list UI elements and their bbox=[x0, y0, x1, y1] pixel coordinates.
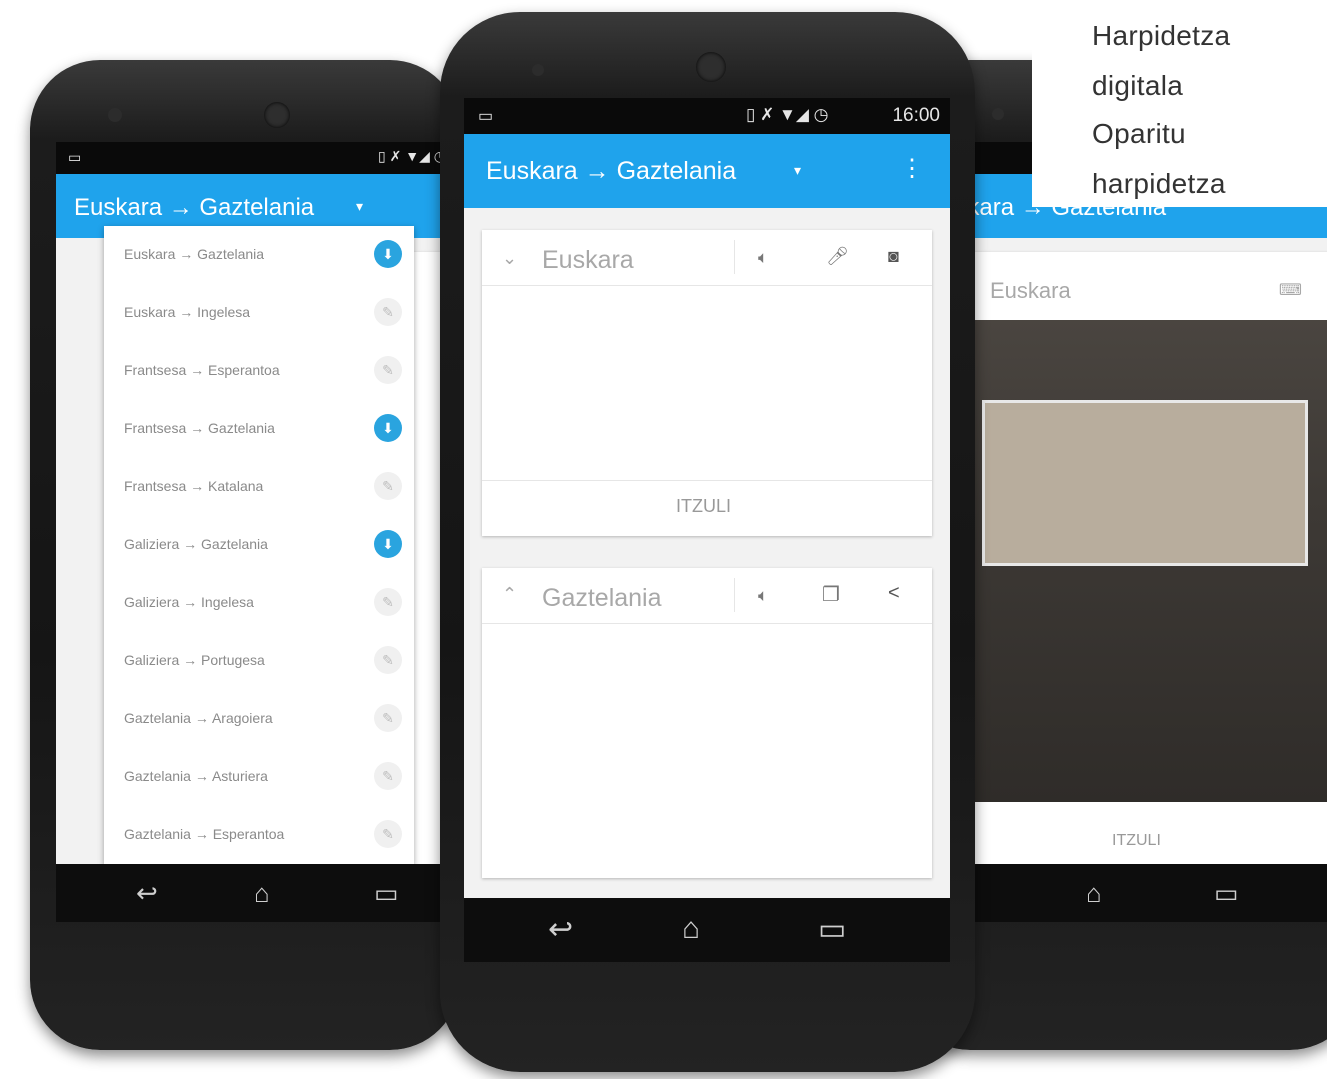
status-icons: ▯ ✗ ▼◢ ◷ bbox=[378, 148, 446, 164]
dropdown-item[interactable]: Galiziera → Portugesa ✎ bbox=[104, 632, 414, 690]
translation-output bbox=[482, 624, 932, 874]
chevron-up-icon[interactable]: ⌃ bbox=[502, 584, 517, 605]
app-title[interactable]: Euskara → Gaztelania bbox=[74, 194, 314, 222]
footer-divider bbox=[482, 480, 932, 481]
status-bar: ▭ ▯ ✗ ▼◢ ◷ 16:00 bbox=[464, 98, 950, 134]
dropdown-item-label: Galiziera → Gaztelania bbox=[124, 536, 268, 552]
left-phone: ▭ ▯ ✗ ▼◢ ◷ Euskara → Gaztelania ▾ Euskar… bbox=[30, 60, 466, 1050]
dropdown-item-label: Gaztelania → Esperantoa bbox=[124, 826, 285, 842]
pin-icon[interactable]: ✎ bbox=[374, 646, 402, 674]
source-lang-label[interactable]: Euskara bbox=[542, 246, 634, 275]
share-icon[interactable]: < bbox=[888, 582, 900, 605]
nav-bar: ↩ ⌂ ▭ bbox=[56, 864, 466, 922]
dropdown-item[interactable]: Frantsesa → Katalana ✎ bbox=[104, 458, 414, 516]
pin-icon[interactable]: ✎ bbox=[374, 298, 402, 326]
vertical-divider bbox=[734, 240, 735, 274]
dropdown-item[interactable]: Gaztelania → Aragoiera ✎ bbox=[104, 690, 414, 748]
earpiece bbox=[992, 108, 1004, 120]
dropdown-item[interactable]: Euskara → Ingelesa ✎ bbox=[104, 284, 414, 342]
keyboard-icon[interactable]: ⌨ bbox=[1279, 280, 1302, 300]
app-title[interactable]: Euskara → Gaztelania bbox=[486, 157, 736, 186]
app-bar: Euskara → Gaztelania ▾ ⋮ bbox=[464, 134, 950, 208]
dropdown-item[interactable]: Euskara → Gaztelania ⬇ bbox=[104, 226, 414, 284]
source-lang-label[interactable]: Euskara bbox=[990, 278, 1071, 304]
mic-icon[interactable]: 🎤︎ bbox=[826, 246, 849, 267]
dropdown-item[interactable]: Gaztelania → Esperantoa ✎ bbox=[104, 806, 414, 864]
status-bar: ▭ ▯ ✗ ▼◢ ◷ bbox=[56, 142, 466, 174]
source-text-input[interactable] bbox=[482, 286, 932, 480]
nav-bar: ↩ ⌂ ▭ bbox=[952, 864, 1327, 922]
chevron-down-icon[interactable]: ⌄ bbox=[502, 248, 517, 269]
earpiece bbox=[532, 64, 544, 76]
target-card: ⌃ Gaztelania 🔈︎ ❐ < bbox=[482, 568, 932, 878]
dropdown-item[interactable]: Frantsesa → Gaztelania ⬇ bbox=[104, 400, 414, 458]
recents-icon[interactable]: ▭ bbox=[374, 878, 399, 909]
back-icon[interactable]: ↩ bbox=[136, 878, 158, 909]
pin-icon[interactable]: ✎ bbox=[374, 704, 402, 732]
pin-icon[interactable]: ✎ bbox=[374, 472, 402, 500]
gift-subscription-link-line2[interactable]: harpidetza bbox=[1092, 168, 1226, 200]
language-pair-dropdown[interactable]: Euskara → Gaztelania ⬇ Euskara → Ingelesa ✎… bbox=[104, 226, 414, 866]
dropdown-item[interactable]: Frantsesa → Esperantoa ✎ bbox=[104, 342, 414, 400]
pin-icon[interactable]: ✎ bbox=[374, 762, 402, 790]
home-icon[interactable]: ⌂ bbox=[254, 878, 270, 909]
overflow-menu-icon[interactable]: ⋮ bbox=[900, 154, 924, 183]
dropdown-arrow-icon[interactable]: ▾ bbox=[794, 162, 801, 179]
front-camera bbox=[264, 102, 290, 128]
right-screen: Euskara → Gaztelania Euskara ⌨ ITZULI ↩ … bbox=[952, 142, 1327, 922]
source-card: ⌄ Euskara 🔈︎ 🎤︎ ◙ ITZULI bbox=[482, 230, 932, 536]
camera-preview bbox=[952, 320, 1327, 802]
pin-icon[interactable]: ✎ bbox=[374, 820, 402, 848]
dropdown-item-label: Euskara → Gaztelania bbox=[124, 246, 265, 262]
earpiece bbox=[108, 108, 122, 122]
digital-subscription-link-line1[interactable]: Harpidetza bbox=[1092, 20, 1230, 52]
home-icon[interactable]: ⌂ bbox=[1086, 878, 1102, 909]
dropdown-item[interactable]: Galiziera → Gaztelania ⬇ bbox=[104, 516, 414, 574]
back-icon[interactable]: ↩ bbox=[548, 912, 573, 947]
dropdown-item-label: Frantsesa → Esperantoa bbox=[124, 362, 280, 378]
left-screen: ▭ ▯ ✗ ▼◢ ◷ Euskara → Gaztelania ▾ Euskar… bbox=[56, 142, 466, 922]
dropdown-item-label: Euskara → Ingelesa bbox=[124, 304, 251, 320]
translate-button[interactable]: ITZULI bbox=[676, 496, 731, 517]
source-card: Euskara ⌨ ITZULI bbox=[952, 252, 1327, 872]
dropdown-item-label: Frantsesa → Gaztelania bbox=[124, 420, 275, 436]
status-icons: ▯ ✗ ▼◢ ◷ bbox=[746, 105, 829, 124]
pin-icon[interactable]: ⬇ bbox=[374, 240, 402, 268]
dropdown-arrow-icon[interactable]: ▾ bbox=[356, 198, 363, 215]
gift-subscription-link-line1[interactable]: Oparitu bbox=[1092, 118, 1186, 150]
app-notification-icon: ▭ bbox=[68, 149, 82, 165]
pin-icon[interactable]: ✎ bbox=[374, 356, 402, 384]
center-screen: ▭ ▯ ✗ ▼◢ ◷ 16:00 Euskara → Gaztelania ▾ … bbox=[464, 98, 950, 962]
speaker-icon[interactable]: 🔈︎ bbox=[758, 248, 768, 268]
pin-icon[interactable]: ⬇ bbox=[374, 414, 402, 442]
dropdown-item-label: Galiziera → Ingelesa bbox=[124, 594, 254, 610]
status-time: 16:00 bbox=[892, 105, 940, 126]
front-camera bbox=[696, 52, 726, 82]
recents-icon[interactable]: ▭ bbox=[818, 912, 846, 947]
dropdown-item[interactable]: Gaztelania → Asturiera ✎ bbox=[104, 748, 414, 806]
copy-icon[interactable]: ❐ bbox=[822, 582, 840, 607]
pin-icon[interactable]: ⬇ bbox=[374, 530, 402, 558]
camera-icon[interactable]: ◙ bbox=[888, 246, 899, 267]
scanned-page bbox=[982, 400, 1308, 566]
home-icon[interactable]: ⌂ bbox=[682, 912, 700, 946]
nav-bar: ↩ ⌂ ▭ bbox=[464, 898, 950, 962]
dropdown-item[interactable]: Galiziera → Ingelesa ✎ bbox=[104, 574, 414, 632]
dropdown-item-label: Frantsesa → Katalana bbox=[124, 478, 264, 494]
target-lang-label[interactable]: Gaztelania bbox=[542, 584, 662, 613]
app-notification-icon: ▭ bbox=[478, 108, 494, 125]
recents-icon[interactable]: ▭ bbox=[1214, 878, 1239, 909]
translate-button[interactable]: ITZULI bbox=[1112, 832, 1161, 850]
dropdown-item-label: Gaztelania → Asturiera bbox=[124, 768, 268, 784]
digital-subscription-link-line2[interactable]: digitala bbox=[1092, 70, 1183, 102]
speaker-icon[interactable]: 🔈︎ bbox=[758, 586, 768, 606]
dropdown-item-label: Galiziera → Portugesa bbox=[124, 652, 265, 668]
vertical-divider bbox=[734, 578, 735, 612]
subscription-menu: Harpidetza digitala Oparitu harpidetza bbox=[1032, 0, 1327, 207]
pin-icon[interactable]: ✎ bbox=[374, 588, 402, 616]
dropdown-item-label: Gaztelania → Aragoiera bbox=[124, 710, 273, 726]
center-phone: ▭ ▯ ✗ ▼◢ ◷ 16:00 Euskara → Gaztelania ▾ … bbox=[440, 12, 975, 1072]
